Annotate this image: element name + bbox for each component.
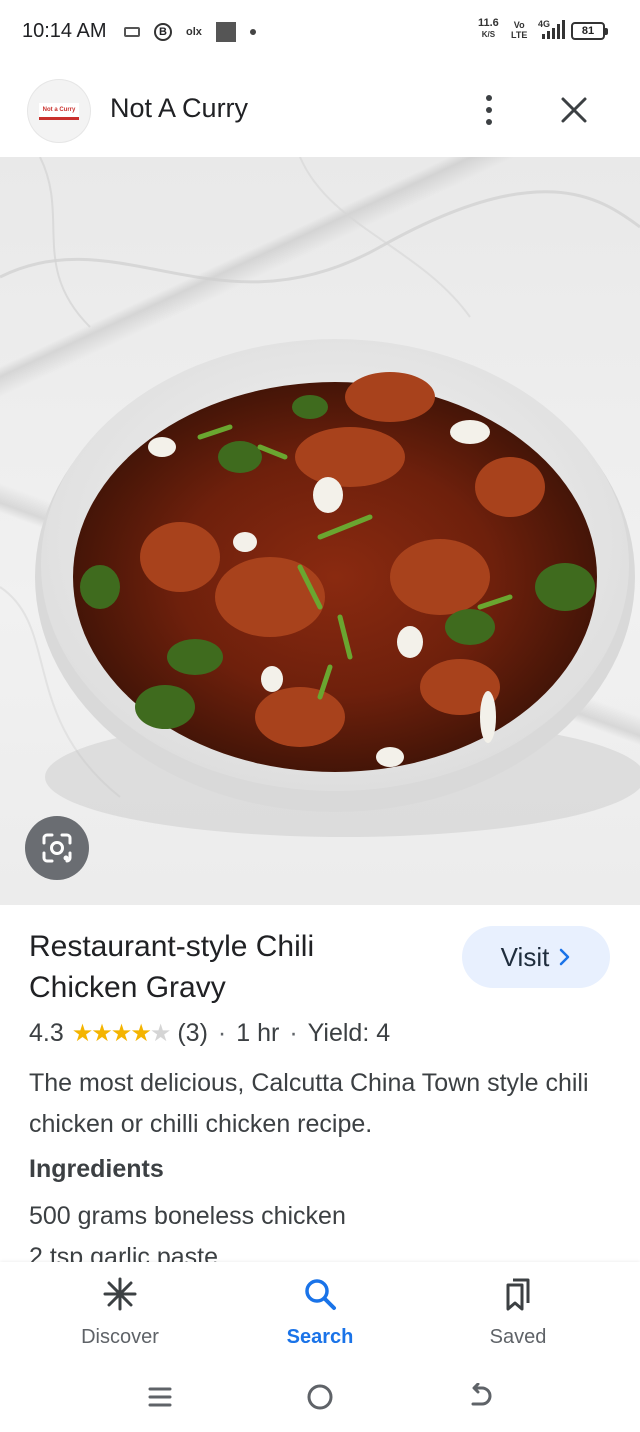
site-name[interactable]: Not A Curry [110,93,248,124]
bookmarks-icon [506,1278,530,1311]
more-options-button[interactable] [470,88,508,132]
svg-text:4G: 4G [538,19,550,29]
nav-search[interactable]: Search [220,1276,420,1349]
food-bowl-illustration [0,157,640,837]
back-arrow-icon [471,1383,492,1406]
nav-saved-label: Saved [489,1326,547,1348]
close-button[interactable] [554,88,594,132]
nav-search-label: Search [286,1326,354,1348]
google-lens-button[interactable] [25,816,89,880]
google-lens-icon [42,833,72,863]
ingredient-item: 2 tsp garlic paste [29,1243,218,1262]
review-count: (3) [177,1019,208,1047]
olx-icon: olx [186,26,202,38]
result-header [0,62,640,156]
signal-icon: 4G [538,19,565,39]
asterisk-icon [103,1277,137,1311]
b-app-icon: B [154,23,172,41]
recent-apps-icon [148,1387,172,1407]
visit-label: Visit [500,941,550,972]
network-speed: 11.6 K/S [478,17,499,40]
recipe-description: The most delicious, Calcutta China Town … [29,1069,589,1138]
recipe-image[interactable] [0,157,640,905]
back-button[interactable] [460,1380,500,1414]
recipe-title[interactable]: Restaurant-style Chili Chicken Gravy [29,926,429,1008]
visit-button[interactable]: Visit [462,926,610,988]
recent-apps-button[interactable] [140,1380,180,1414]
nav-discover[interactable]: Discover [20,1276,220,1349]
battery-icon: 81 [571,22,608,40]
favicon-logo: Not a Curry [39,102,79,120]
ingredient-item: 500 grams boneless chicken [29,1202,346,1230]
ingredients-heading: Ingredients [29,1155,164,1183]
notification-icons: B olx [124,20,256,44]
home-button[interactable] [300,1380,340,1414]
volte-indicator: Vo LTE [511,20,528,40]
search-icon [305,1279,336,1310]
app-square-icon [215,22,236,42]
status-bar: 10:14 AM B olx 11.6 K/S Vo LTE 4G 81 [0,0,640,62]
star-rating: ★★★★★ [71,1020,172,1047]
close-icon [561,97,587,123]
home-circle-icon [307,1384,333,1410]
message-icon [124,27,140,37]
status-time: 10:14 AM [22,20,107,42]
site-favicon[interactable]: Not a Curry [28,80,90,142]
more-notifications-dot-icon [249,29,256,35]
ingredients-list: 500 grams boneless chicken 2 tsp garlic … [29,1196,619,1262]
meta-separator: · [217,1019,227,1047]
recipe-yield: Yield: 4 [307,1019,391,1047]
meta-separator: · [289,1019,298,1047]
recipe-meta: 4.3 ★★★★★ (3) · 1 hr · Yield: 4 [29,1019,390,1048]
chevron-right-icon [560,948,570,966]
cook-time: 1 hr [236,1019,280,1047]
nav-discover-label: Discover [81,1326,159,1348]
nav-saved[interactable]: Saved [418,1276,618,1349]
more-vert-icon [486,95,492,101]
rating-value: 4.3 [29,1019,64,1047]
half-star-icon: ★ [149,1020,171,1047]
